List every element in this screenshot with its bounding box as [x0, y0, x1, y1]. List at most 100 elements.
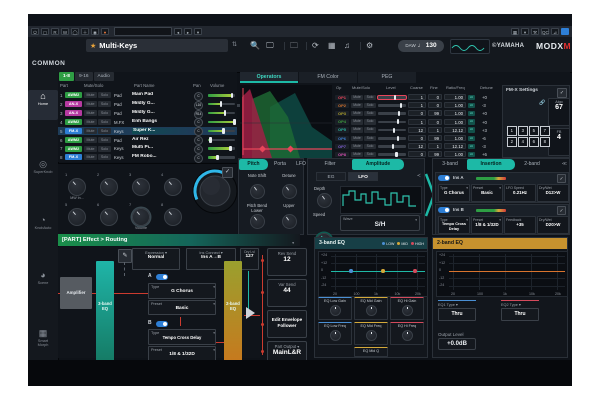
- lfo-depth-knob[interactable]: [317, 193, 332, 208]
- part-tab-audio[interactable]: Audio: [94, 72, 114, 81]
- op-detune-value[interactable]: +0: [482, 111, 487, 116]
- pitch-knob-upper[interactable]: Upper: [274, 204, 304, 229]
- op-coarse-cell[interactable]: 0: [408, 110, 426, 116]
- assign-knob-4[interactable]: 4: [159, 178, 187, 196]
- gear-icon[interactable]: ⚙: [366, 41, 373, 51]
- assign-knob-8[interactable]: 8: [159, 208, 187, 226]
- op-detune-value[interactable]: +0: [482, 95, 487, 100]
- monitor-icon[interactable]: 🖵: [266, 41, 274, 51]
- assign-knob-2[interactable]: 2: [95, 178, 123, 196]
- op-coarse-cell[interactable]: 12: [408, 143, 426, 149]
- dry-level-box[interactable]: Dry Lvl 127: [240, 248, 259, 270]
- op-coarse-cell[interactable]: 0: [408, 135, 426, 141]
- op-solo-button[interactable]: Solo: [364, 127, 376, 133]
- ins-b-preset[interactable]: Preset ▾1/8 & 1/32D: [471, 216, 503, 234]
- ins-b-dry-wet[interactable]: Dry/WetD20>W: [537, 216, 569, 234]
- operator-row[interactable]: OP6MuteSolo0991.00Hz-6: [334, 134, 502, 142]
- envelope-follower-button[interactable]: Edit EnvelopeFollower: [267, 310, 307, 338]
- preset-name-field[interactable]: [114, 27, 172, 36]
- ins-b-toggle[interactable]: [438, 207, 450, 213]
- grid-icon[interactable]: ▦: [328, 41, 336, 51]
- part-volume-slider[interactable]: [208, 156, 235, 159]
- op-level-slider[interactable]: [378, 104, 406, 107]
- amplifier-block[interactable]: Amplifier: [60, 277, 92, 309]
- part-tab-1-8[interactable]: 1-8: [59, 72, 74, 81]
- tab-pitch[interactable]: Pitch: [239, 159, 268, 170]
- assign-knob-1[interactable]: 1MW In...: [63, 178, 91, 200]
- part-solo-button[interactable]: Solo: [98, 146, 111, 152]
- meter-icon[interactable]: ⊿: [551, 28, 559, 35]
- part-volume-slider[interactable]: [208, 103, 235, 106]
- op-level-slider[interactable]: [378, 137, 406, 140]
- op-coarse-cell[interactable]: 1: [408, 94, 426, 100]
- read-automation-icon[interactable]: R: [51, 28, 59, 35]
- operator-row[interactable]: OP4MuteSolo101.00Hz+0: [334, 118, 502, 126]
- eq3-knob-eq-low-gain[interactable]: EQ Low Gain: [318, 297, 352, 320]
- op-fine-cell[interactable]: 99: [428, 110, 442, 116]
- part-mute-button[interactable]: Mute: [84, 101, 97, 107]
- part-solo-button[interactable]: Solo: [98, 101, 111, 107]
- op-solo-button[interactable]: Solo: [364, 111, 376, 117]
- operator-row[interactable]: OP2MuteSolo101.00Hz-3: [334, 101, 502, 109]
- loop-icon[interactable]: ⟳: [312, 41, 319, 51]
- op-detune-value[interactable]: -3: [482, 144, 486, 149]
- op-solo-button[interactable]: Solo: [364, 144, 376, 150]
- assign-knob-6[interactable]: 6: [95, 208, 123, 226]
- ins-b-type[interactable]: Type ▾Tempo Cross Delay: [438, 216, 470, 234]
- op-solo-button[interactable]: Solo: [364, 119, 376, 125]
- part-mute-button[interactable]: Mute: [84, 154, 97, 160]
- pitch-knob-detune[interactable]: Detune: [274, 174, 304, 199]
- folder-icon[interactable]: 🗀: [290, 41, 298, 51]
- tab-amplitude[interactable]: Amplitude: [352, 159, 404, 170]
- sidebar-item-home[interactable]: ⌂Home: [28, 90, 58, 120]
- prev-preset-icon[interactable]: ◂: [174, 28, 182, 35]
- arrow-down-icon[interactable]: ▾: [521, 28, 529, 35]
- pitch-knob-note-shift[interactable]: Note Shift: [242, 174, 272, 199]
- op-coarse-cell[interactable]: 1: [408, 119, 426, 125]
- op-ratio-cell[interactable]: 12.12: [444, 127, 466, 133]
- op-coarse-cell[interactable]: 1: [408, 102, 426, 108]
- op-solo-button[interactable]: Solo: [364, 136, 376, 142]
- wave-select[interactable]: Wave ▾ S/H: [340, 215, 420, 231]
- part-volume-slider[interactable]: [208, 130, 235, 133]
- op-mute-button[interactable]: Mute: [351, 152, 363, 158]
- op-fine-cell[interactable]: 0: [428, 102, 442, 108]
- op-level-slider[interactable]: [378, 145, 406, 148]
- eq3-knob-eq-mid-freq[interactable]: EQ Mid Freq: [354, 322, 388, 345]
- op-ratio-cell[interactable]: 1.00: [444, 94, 466, 100]
- op-solo-button[interactable]: Solo: [364, 95, 376, 101]
- ins-b-toggle[interactable]: [156, 321, 168, 327]
- op-ratio-cell[interactable]: 12.12: [444, 143, 466, 149]
- common-label[interactable]: COMMON: [32, 60, 65, 67]
- eq3-routing-block[interactable]: 3-band EQ: [96, 261, 114, 363]
- part-solo-button[interactable]: Solo: [98, 128, 111, 134]
- part-mute-button[interactable]: Mute: [84, 137, 97, 143]
- part-mute-button[interactable]: Mute: [84, 128, 97, 134]
- tempo-chip[interactable]: DAW ♩ 130: [398, 40, 444, 52]
- output-level-box[interactable]: Output Level +0.0dB: [438, 332, 476, 350]
- op-detune-value[interactable]: +6: [482, 152, 487, 157]
- part-row[interactable]: 8FM-XMuteSoloKeysFM Robo...C: [58, 153, 237, 162]
- op-ratio-cell[interactable]: 1.00: [444, 119, 466, 125]
- op-fine-cell[interactable]: 99: [428, 135, 442, 141]
- sidebar-item-smart-morph[interactable]: ▦SmartMorph: [28, 327, 58, 353]
- power-icon[interactable]: ⏻: [31, 28, 39, 35]
- part-row[interactable]: 2AN-XMuteSoloPadMildly G...L16: [58, 100, 237, 109]
- add-icon[interactable]: ＋: [81, 28, 89, 35]
- op-level-slider[interactable]: [378, 153, 406, 156]
- ins-a-preset-select[interactable]: Preset ▾ Basic: [148, 300, 216, 315]
- op-fine-cell[interactable]: 0: [428, 94, 442, 100]
- waveform-monitor[interactable]: [450, 39, 490, 54]
- op-ratio-cell[interactable]: 1.00: [444, 135, 466, 141]
- ins-a-type-select[interactable]: Type ▾ G Chorus: [148, 283, 216, 299]
- part-row[interactable]: 4AWM2MuteSoloM.FXEnh BangsC: [58, 118, 237, 127]
- op-level-slider[interactable]: [378, 112, 406, 115]
- op-mute-button[interactable]: Mute: [351, 136, 363, 142]
- part-solo-button[interactable]: Solo: [98, 110, 111, 116]
- operator-tab-operators[interactable]: Operators: [240, 72, 298, 83]
- part-tab-9-16[interactable]: 9-16: [75, 72, 93, 81]
- op-detune-value[interactable]: +3: [482, 128, 487, 133]
- sidebar-item-superknob[interactable]: ◎SuperKnob: [28, 158, 58, 184]
- eq1-type-select[interactable]: EQ1 Type ▾ Thru: [438, 300, 476, 321]
- assign-knob-5[interactable]: 5: [63, 208, 91, 226]
